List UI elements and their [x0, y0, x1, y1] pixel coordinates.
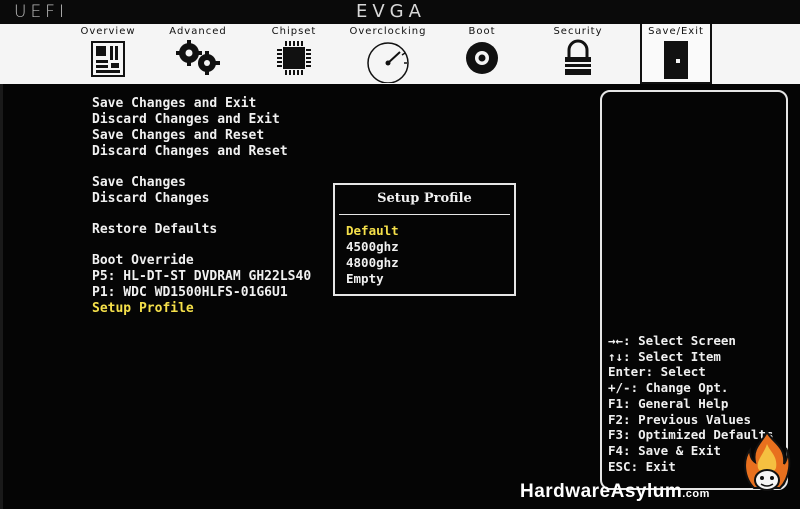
tab-overview[interactable]: Overview [76, 24, 140, 84]
profile-option[interactable]: Default [346, 223, 399, 239]
tab-label: Overclocking [349, 26, 427, 37]
tab-label: Save/Exit [648, 26, 704, 37]
watermark-text: HardwareAsylum [520, 481, 683, 502]
dialog-divider [339, 214, 510, 215]
save-changes-item[interactable]: Save Changes [92, 175, 311, 191]
profile-option[interactable]: 4500ghz [346, 239, 399, 255]
restore-defaults-item[interactable]: Restore Defaults [92, 222, 311, 238]
discard-changes-and-reset-item[interactable]: Discard Changes and Reset [92, 144, 311, 160]
boot-override-heading: Boot Override [92, 253, 194, 268]
help-select-screen: →←: Select Screen [608, 333, 736, 348]
save-changes-and-reset-item[interactable]: Save Changes and Reset [92, 128, 311, 144]
setup-profile-item[interactable]: Setup Profile [92, 301, 311, 317]
chip-icon [277, 41, 311, 75]
help-f4: F4: Save & Exit [608, 442, 721, 458]
top-bar: UEFI EVGA [0, 0, 800, 24]
tab-chipset[interactable]: Chipset [264, 24, 324, 84]
save-changes-and-exit-item[interactable]: Save Changes and Exit [92, 96, 311, 112]
profile-option[interactable]: 4800ghz [346, 255, 399, 271]
motherboard-icon [91, 41, 125, 77]
discard-changes-item[interactable]: Discard Changes [92, 191, 311, 207]
help-f2: F2: Previous Values [608, 411, 751, 427]
help-enter: Enter: Select [608, 364, 706, 380]
tab-security[interactable]: Security [545, 24, 611, 84]
tab-label: Overview [80, 26, 136, 37]
hardwareasylum-watermark: HardwareAsylum.com [520, 481, 710, 503]
tab-label: Boot [468, 26, 496, 37]
discard-changes-and-exit-item[interactable]: Discard Changes and Exit [92, 112, 311, 128]
save-exit-menu: Save Changes and Exit Discard Changes an… [92, 96, 311, 317]
boot-override-hdd-item[interactable]: P1: WDC WD1500HLFS-01G6U1 [92, 285, 311, 301]
flame-mascot-icon [744, 430, 791, 491]
evga-brand-logo: EVGA [356, 1, 426, 22]
help-change-opt: +/-: Change Opt. [608, 380, 729, 396]
gauge-icon [367, 42, 409, 83]
help-esc: ESC: Exit [608, 458, 676, 474]
boot-override-dvd-item[interactable]: P5: HL-DT-ST DVDRAM GH22LS40 [92, 269, 311, 285]
tab-label: Security [553, 26, 603, 37]
left-edge-shadow [0, 84, 3, 509]
tab-boot[interactable]: Boot [455, 24, 509, 84]
help-select-item: ↑↓: Select Item [608, 348, 721, 364]
watermark-suffix: .com [682, 488, 710, 500]
tab-overclocking[interactable]: Overclocking [345, 24, 431, 84]
profile-option[interactable]: Empty [346, 271, 399, 287]
profile-options-list: Default 4500ghz 4800ghz Empty [346, 223, 399, 287]
setup-profile-dialog: Setup Profile Default 4500ghz 4800ghz Em… [333, 183, 516, 296]
tab-bar: Overview Advanced Chipset Overclocking B… [0, 24, 800, 84]
gears-icon [176, 40, 220, 75]
tab-advanced[interactable]: Advanced [165, 24, 231, 84]
tab-save-exit[interactable]: Save/Exit [640, 24, 712, 84]
disc-icon [466, 42, 498, 74]
help-f1: F1: General Help [608, 395, 729, 411]
lock-icon [565, 39, 591, 75]
uefi-logo: UEFI [14, 2, 68, 22]
tab-label: Advanced [169, 26, 227, 37]
door-icon [664, 41, 688, 79]
dialog-title: Setup Profile [377, 191, 472, 206]
tab-label: Chipset [271, 26, 317, 37]
